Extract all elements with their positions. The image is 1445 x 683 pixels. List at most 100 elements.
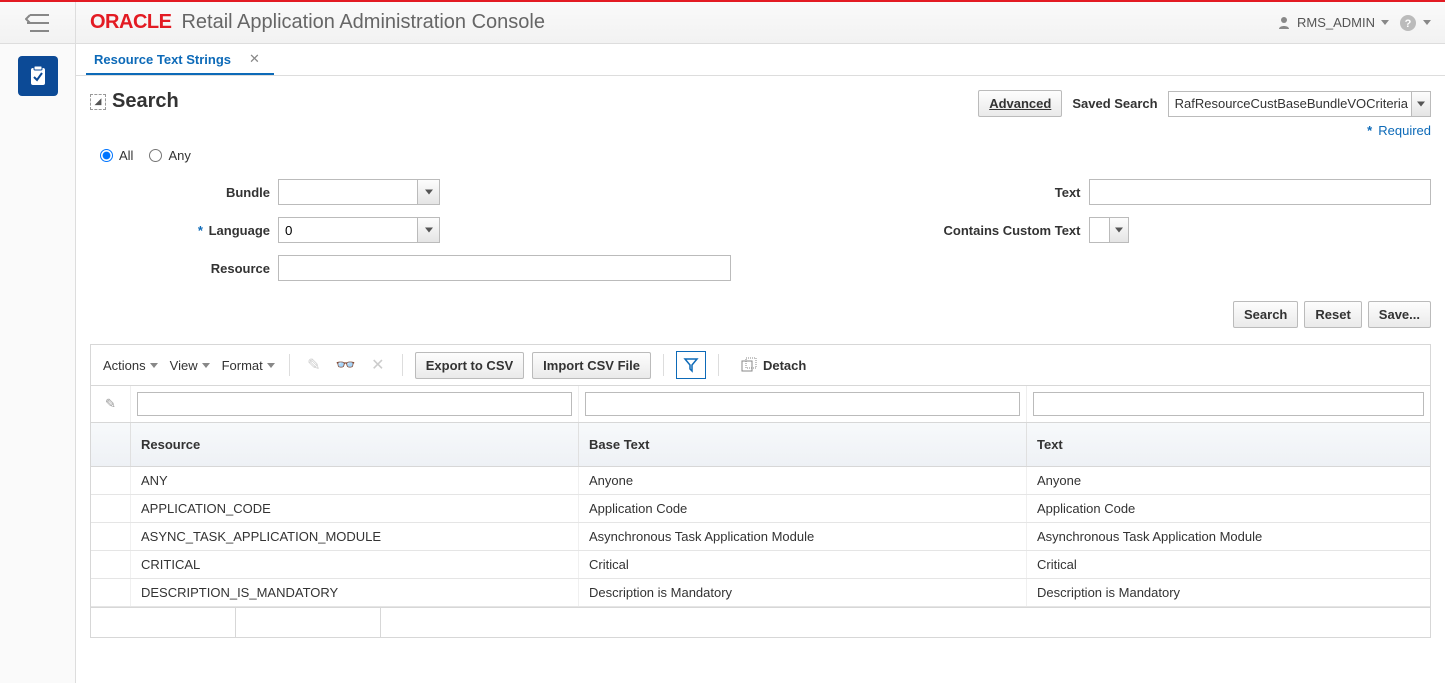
save-button[interactable]: Save... bbox=[1368, 301, 1431, 328]
cell-text: Asynchronous Task Application Module bbox=[1027, 523, 1430, 550]
caret-down-icon bbox=[1115, 228, 1123, 233]
cell-resource: ANY bbox=[131, 467, 579, 494]
edit-column-icon: ✎ bbox=[91, 386, 131, 422]
search-title: Search bbox=[112, 90, 179, 113]
sidebar-tasks-tile[interactable] bbox=[18, 56, 58, 96]
resource-input[interactable] bbox=[278, 255, 731, 281]
user-icon bbox=[1277, 16, 1291, 30]
filter-button[interactable] bbox=[676, 351, 706, 379]
bundle-dropdown-button[interactable] bbox=[418, 179, 440, 205]
glasses-icon: 👓 bbox=[334, 353, 358, 377]
cell-edit bbox=[91, 523, 131, 550]
filter-basetext-input[interactable] bbox=[585, 392, 1020, 416]
language-dropdown-button[interactable] bbox=[418, 217, 440, 243]
text-input[interactable] bbox=[1089, 179, 1432, 205]
detach-button[interactable]: Detach bbox=[731, 357, 806, 373]
match-any-radio[interactable]: Any bbox=[149, 148, 190, 163]
cell-text: Anyone bbox=[1027, 467, 1430, 494]
text-label: Text bbox=[791, 185, 1081, 200]
caret-down-icon bbox=[267, 363, 275, 368]
caret-down-icon bbox=[150, 363, 158, 368]
cell-edit bbox=[91, 467, 131, 494]
cell-resource: APPLICATION_CODE bbox=[131, 495, 579, 522]
advanced-button[interactable]: Advanced bbox=[978, 90, 1062, 117]
nav-toggle[interactable] bbox=[0, 2, 76, 43]
table-row[interactable]: ASYNC_TASK_APPLICATION_MODULEAsynchronou… bbox=[91, 523, 1430, 551]
close-icon[interactable]: ✕ bbox=[243, 51, 266, 67]
table-row[interactable]: ANYAnyoneAnyone bbox=[91, 467, 1430, 495]
sidebar bbox=[0, 44, 76, 683]
cell-edit bbox=[91, 579, 131, 606]
bundle-input[interactable] bbox=[278, 179, 418, 205]
caret-down-icon bbox=[1381, 20, 1389, 25]
match-mode: All Any bbox=[90, 148, 1431, 163]
app-header: ORACLE Retail Application Administration… bbox=[0, 2, 1445, 44]
disclosure-toggle[interactable]: ◢ bbox=[90, 94, 106, 110]
language-combo[interactable] bbox=[278, 217, 440, 243]
header-text[interactable]: Text bbox=[1027, 423, 1430, 466]
caret-down-icon bbox=[1423, 20, 1431, 25]
filter-resource-input[interactable] bbox=[137, 392, 572, 416]
table-row[interactable]: APPLICATION_CODEApplication CodeApplicat… bbox=[91, 495, 1430, 523]
cell-basetext: Critical bbox=[579, 551, 1027, 578]
cell-resource: ASYNC_TASK_APPLICATION_MODULE bbox=[131, 523, 579, 550]
header-basetext[interactable]: Base Text bbox=[579, 423, 1027, 466]
header-right: RMS_ADMIN ? bbox=[1277, 14, 1445, 32]
brand-logo: ORACLE bbox=[90, 11, 171, 34]
table-row[interactable]: CRITICALCriticalCritical bbox=[91, 551, 1430, 579]
format-menu[interactable]: Format bbox=[220, 356, 277, 375]
cell-edit bbox=[91, 551, 131, 578]
search-button[interactable]: Search bbox=[1233, 301, 1298, 328]
menu-icon bbox=[25, 12, 51, 34]
tab-resource-text-strings[interactable]: Resource Text Strings ✕ bbox=[86, 45, 274, 75]
edit-icon: ✎ bbox=[302, 353, 326, 377]
contains-select[interactable] bbox=[1089, 217, 1129, 243]
cell-basetext: Description is Mandatory bbox=[579, 579, 1027, 606]
search-actions: Search Reset Save... bbox=[90, 301, 1431, 328]
cell-edit bbox=[91, 495, 131, 522]
footer-segment bbox=[91, 608, 236, 637]
view-menu[interactable]: View bbox=[168, 356, 212, 375]
required-note: *Required bbox=[90, 123, 1431, 138]
cell-text: Description is Mandatory bbox=[1027, 579, 1430, 606]
tabbar: Resource Text Strings ✕ bbox=[76, 44, 1445, 76]
match-all-radio[interactable]: All bbox=[100, 148, 133, 163]
import-csv-button[interactable]: Import CSV File bbox=[532, 352, 651, 379]
separator bbox=[402, 354, 403, 376]
table-body: ANYAnyoneAnyoneAPPLICATION_CODEApplicati… bbox=[91, 467, 1430, 607]
cell-text: Application Code bbox=[1027, 495, 1430, 522]
table-row[interactable]: DESCRIPTION_IS_MANDATORYDescription is M… bbox=[91, 579, 1430, 607]
cell-basetext: Anyone bbox=[579, 467, 1027, 494]
language-label: * Language bbox=[90, 223, 270, 238]
search-form: Bundle Text * Language bbox=[90, 179, 1431, 281]
clipboard-check-icon bbox=[27, 65, 49, 87]
resource-label: Resource bbox=[90, 261, 270, 276]
table-toolbar: Actions View Format ✎ 👓 ✕ Export to CSV … bbox=[91, 345, 1430, 386]
cell-basetext: Application Code bbox=[579, 495, 1027, 522]
export-csv-button[interactable]: Export to CSV bbox=[415, 352, 524, 379]
search-header: ◢ Search Advanced Saved Search RafResour… bbox=[90, 90, 1431, 117]
filter-text-input[interactable] bbox=[1033, 392, 1424, 416]
cell-basetext: Asynchronous Task Application Module bbox=[579, 523, 1027, 550]
caret-down-icon bbox=[1417, 101, 1425, 106]
footer-segment bbox=[236, 608, 381, 637]
bundle-combo[interactable] bbox=[278, 179, 440, 205]
username: RMS_ADMIN bbox=[1297, 15, 1375, 30]
saved-search-label: Saved Search bbox=[1072, 96, 1157, 111]
header-edit bbox=[91, 423, 131, 466]
main: Resource Text Strings ✕ ◢ Search Advance… bbox=[76, 44, 1445, 683]
reset-button[interactable]: Reset bbox=[1304, 301, 1361, 328]
saved-search-select[interactable]: RafResourceCustBaseBundleVOCriteria bbox=[1168, 91, 1431, 117]
contains-label: Contains Custom Text bbox=[791, 223, 1081, 238]
bundle-label: Bundle bbox=[90, 185, 270, 200]
cell-resource: CRITICAL bbox=[131, 551, 579, 578]
brand: ORACLE Retail Application Administration… bbox=[76, 11, 545, 34]
caret-down-icon bbox=[202, 363, 210, 368]
filter-row: ✎ bbox=[91, 386, 1430, 423]
help-menu[interactable]: ? bbox=[1399, 14, 1431, 32]
header-resource[interactable]: Resource bbox=[131, 423, 579, 466]
language-input[interactable] bbox=[278, 217, 418, 243]
user-menu[interactable]: RMS_ADMIN bbox=[1277, 15, 1389, 30]
results-panel: Actions View Format ✎ 👓 ✕ Export to CSV … bbox=[90, 344, 1431, 638]
actions-menu[interactable]: Actions bbox=[101, 356, 160, 375]
